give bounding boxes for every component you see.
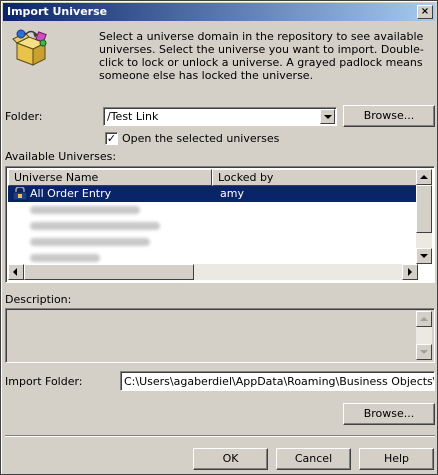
title-bar[interactable]: Import Universe × [3,3,435,21]
close-icon[interactable]: × [417,5,433,19]
universe-name-cell: All Order Entry [30,187,112,200]
scroll-right-icon[interactable] [402,264,418,280]
list-header: Universe Name Locked by [8,169,418,186]
folder-browse-button[interactable]: Browse... [343,105,435,127]
ok-button[interactable]: OK [193,448,268,470]
list-item[interactable] [8,218,418,234]
horizontal-scroll-thumb[interactable] [24,264,194,280]
cancel-button[interactable]: Cancel [276,448,351,470]
folder-combobox[interactable]: /Test Link [103,107,337,126]
list-item[interactable] [8,234,418,250]
locked-by-cell: amy [220,187,244,200]
help-label: Help [383,452,410,465]
scroll-left-icon[interactable] [8,264,24,280]
chevron-down-icon[interactable] [320,109,335,124]
scroll-up-icon[interactable] [416,311,432,327]
description-box [5,308,435,363]
import-folder-label: Import Folder: [5,375,83,388]
padlock-universe-icon [12,187,28,201]
folder-value: /Test Link [107,110,159,123]
list-item[interactable]: All Order Entry amy [8,186,418,202]
column-universe-name[interactable]: Universe Name [8,169,212,186]
import-folder-browse-button[interactable]: Browse... [343,403,435,425]
universes-list[interactable]: Universe Name Locked by All Order Entry … [5,166,435,283]
open-selected-label[interactable]: Open the selected universes [122,132,279,145]
scroll-down-icon[interactable] [416,344,432,360]
import-folder-browse-label: Browse... [363,407,415,420]
cancel-label: Cancel [294,452,333,465]
import-universe-dialog: Import Universe × Select a universe doma… [0,0,438,475]
import-folder-value: C:\Users\agaberdiel\AppData\Roaming\Busi… [124,375,434,388]
scroll-up-icon[interactable] [416,169,432,185]
list-item[interactable] [8,202,418,218]
available-universes-label: Available Universes: [5,150,117,163]
list-vertical-scrollbar[interactable] [416,169,432,264]
ok-label: OK [222,452,239,465]
obscured-row-content [30,238,150,246]
divider [5,435,435,437]
obscured-row-content [30,206,140,214]
scroll-down-icon[interactable] [416,248,432,264]
instructions-text: Select a universe domain in the reposito… [99,30,424,82]
obscured-row-content [30,222,160,230]
folder-label: Folder: [5,110,43,123]
description-scrollbar[interactable] [416,311,432,360]
obscured-row-content [30,254,100,262]
import-folder-field[interactable]: C:\Users\agaberdiel\AppData\Roaming\Busi… [120,371,435,391]
import-universe-wizard-icon [12,29,47,66]
column-locked-by[interactable]: Locked by [212,169,418,186]
open-selected-checkbox[interactable]: ✓ [105,132,118,145]
folder-browse-label: Browse... [363,109,415,122]
scroll-thumb[interactable] [416,185,432,233]
list-horizontal-scrollbar[interactable] [8,264,418,280]
help-button[interactable]: Help [359,448,434,470]
description-label: Description: [5,293,72,306]
window-title: Import Universe [7,5,108,18]
